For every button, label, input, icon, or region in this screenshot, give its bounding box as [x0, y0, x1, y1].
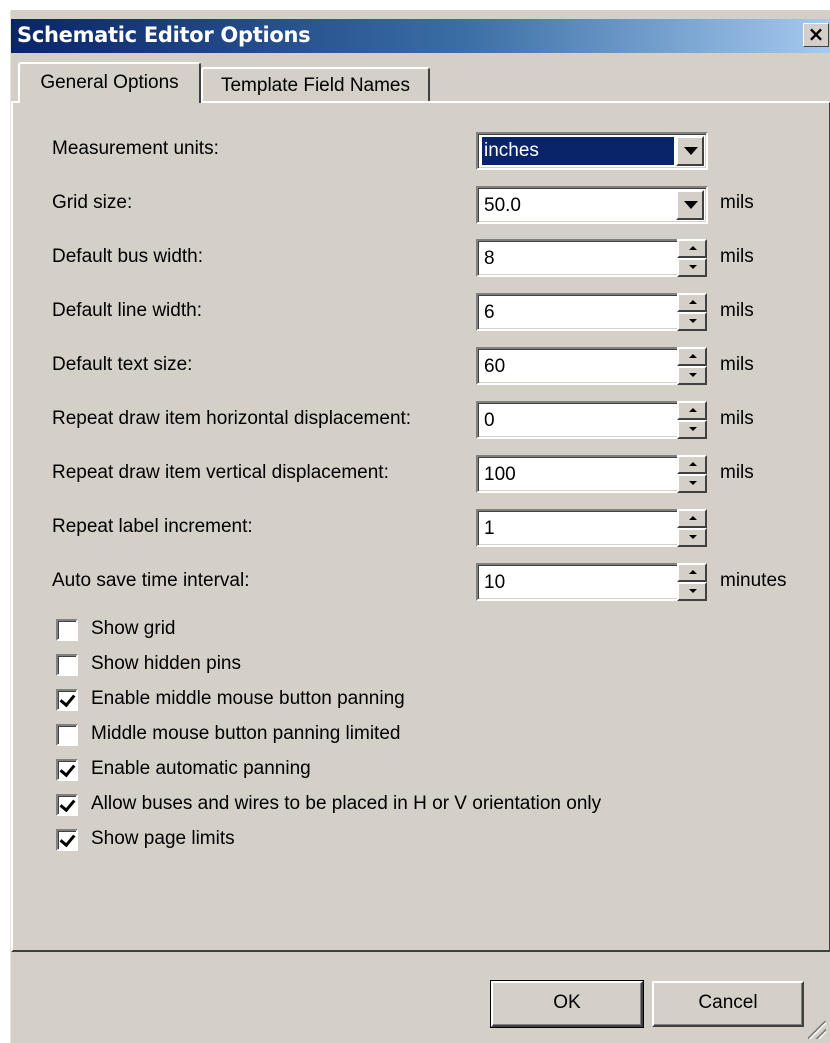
autosave-spinner — [677, 563, 709, 601]
grid-size-select[interactable]: 50.0 — [476, 186, 708, 224]
repeat-horizontal-label: Repeat draw item horizontal displacement… — [52, 408, 412, 429]
repeat-horizontal-input[interactable]: 0 — [476, 401, 696, 439]
checkbox-label: Show hidden pins — [91, 653, 241, 674]
automatic-panning-checkbox[interactable] — [56, 759, 78, 781]
repeat-label-increment-label: Repeat label increment: — [52, 516, 253, 537]
repeat-vertical-unit: mils — [720, 462, 754, 483]
line-width-label: Default line width: — [52, 300, 202, 321]
spin-up-button[interactable] — [677, 509, 707, 528]
close-icon: × — [807, 22, 825, 46]
checkbox-label: Show grid — [91, 618, 176, 639]
repeat-vertical-label: Repeat draw item vertical displacement: — [52, 462, 389, 483]
spin-down-button[interactable] — [677, 582, 707, 601]
spin-down-button[interactable] — [677, 528, 707, 547]
measurement-units-label: Measurement units: — [52, 138, 219, 159]
bus-width-input[interactable]: 8 — [476, 239, 696, 277]
repeat-label-increment-value: 1 — [484, 518, 495, 539]
middle-mouse-panning-checkbox[interactable] — [56, 689, 78, 711]
dialog-title: Schematic Editor Options — [17, 23, 311, 47]
measurement-units-select[interactable]: inches — [476, 132, 708, 170]
grid-size-unit: mils — [720, 192, 754, 213]
bus-width-label: Default bus width: — [52, 246, 204, 267]
measurement-units-value: inches — [482, 137, 674, 165]
repeat-label-increment-spinner — [677, 509, 709, 547]
checkbox-label: Show page limits — [91, 828, 235, 849]
text-size-input[interactable]: 60 — [476, 347, 696, 385]
chevron-down-icon[interactable] — [676, 136, 704, 166]
tab-template-field-names[interactable]: Template Field Names — [201, 67, 430, 103]
spin-down-button[interactable] — [677, 312, 707, 331]
spin-down-button[interactable] — [677, 366, 707, 385]
spin-up-button[interactable] — [677, 401, 707, 420]
checkbox-label: Middle mouse button panning limited — [91, 723, 401, 744]
repeat-label-increment-input[interactable]: 1 — [476, 509, 696, 547]
spin-down-button[interactable] — [677, 474, 707, 493]
hv-orientation-checkbox[interactable] — [56, 794, 78, 816]
grid-size-label: Grid size: — [52, 192, 133, 213]
line-width-value: 6 — [484, 302, 495, 323]
spin-up-button[interactable] — [677, 293, 707, 312]
checkbox-label: Allow buses and wires to be placed in H … — [91, 793, 602, 814]
bus-width-value: 8 — [484, 248, 495, 269]
tab-general-options[interactable]: General Options — [18, 62, 201, 103]
repeat-horizontal-unit: mils — [720, 408, 754, 429]
show-hidden-pins-checkbox[interactable] — [56, 654, 78, 676]
spin-down-button[interactable] — [677, 420, 707, 439]
line-width-unit: mils — [720, 300, 754, 321]
autosave-input[interactable]: 10 — [476, 563, 696, 601]
line-width-input[interactable]: 6 — [476, 293, 696, 331]
text-size-label: Default text size: — [52, 354, 193, 375]
repeat-horizontal-value: 0 — [484, 410, 495, 431]
spin-up-button[interactable] — [677, 455, 707, 474]
ok-button[interactable]: OK — [490, 980, 644, 1028]
title-bar: Schematic Editor Options × — [11, 19, 830, 53]
middle-mouse-limited-checkbox[interactable] — [56, 724, 78, 746]
bus-width-unit: mils — [720, 246, 754, 267]
chevron-down-icon[interactable] — [676, 190, 704, 220]
repeat-vertical-spinner — [677, 455, 709, 493]
cancel-button[interactable]: Cancel — [652, 981, 804, 1027]
autosave-unit: minutes — [720, 570, 787, 591]
spin-down-button[interactable] — [677, 258, 707, 277]
tab-label: Template Field Names — [220, 75, 411, 96]
autosave-value: 10 — [484, 572, 506, 593]
checkbox-label: Enable automatic panning — [91, 758, 311, 779]
spin-up-button[interactable] — [677, 563, 707, 582]
close-button[interactable]: × — [803, 23, 829, 47]
text-size-unit: mils — [720, 354, 754, 375]
repeat-vertical-value: 100 — [484, 464, 516, 485]
show-grid-checkbox[interactable] — [56, 619, 78, 641]
repeat-vertical-input[interactable]: 100 — [476, 455, 696, 493]
resize-grip-icon[interactable] — [808, 1021, 826, 1039]
text-size-spinner — [677, 347, 709, 385]
options-dialog: Schematic Editor Options × General Optio… — [10, 10, 830, 1043]
checkbox-label: Enable middle mouse button panning — [91, 688, 405, 709]
line-width-spinner — [677, 293, 709, 331]
tab-label: General Options — [40, 72, 179, 93]
show-page-limits-checkbox[interactable] — [56, 829, 78, 851]
repeat-horizontal-spinner — [677, 401, 709, 439]
spin-up-button[interactable] — [677, 347, 707, 366]
autosave-label: Auto save time interval: — [52, 570, 250, 591]
grid-size-value: 50.0 — [484, 195, 521, 216]
text-size-value: 60 — [484, 356, 506, 377]
bus-width-spinner — [677, 239, 709, 277]
spin-up-button[interactable] — [677, 239, 707, 258]
